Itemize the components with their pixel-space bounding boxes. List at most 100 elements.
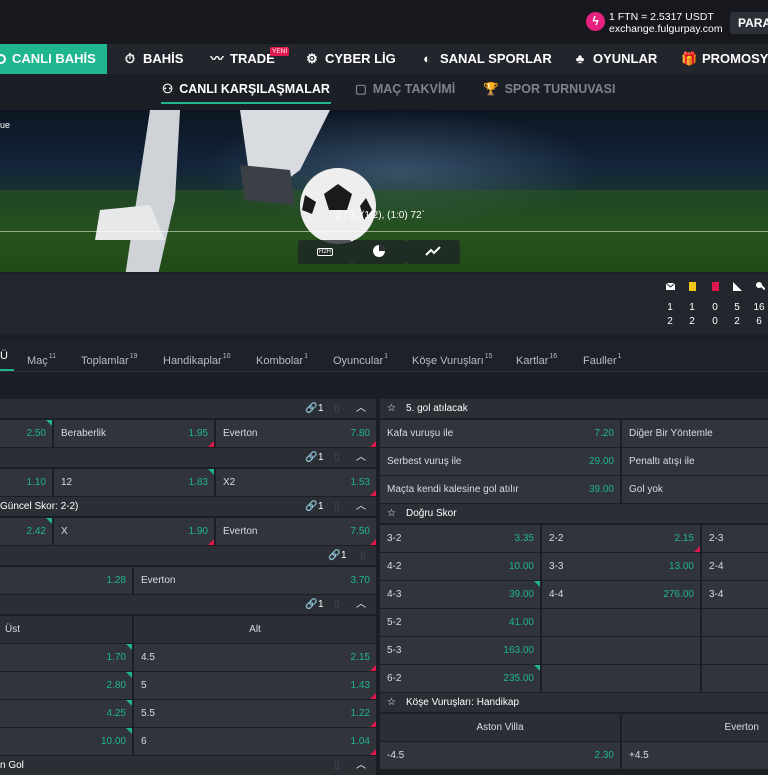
odd-label: 6-2: [387, 673, 402, 684]
nav-live-betting[interactable]: CANLI BAHİS: [0, 44, 107, 74]
link-icon[interactable]: 🔗: [328, 546, 340, 565]
odd-cell[interactable]: 6-2 235.00: [380, 665, 540, 692]
odd-cell[interactable]: +4.5: [622, 742, 768, 769]
subnav-live-matches[interactable]: ⚇ CANLI KARŞILAŞMALAR: [162, 74, 330, 104]
odd-label: Everton: [223, 428, 258, 439]
tab-toplamlar[interactable]: Toplamlar19: [81, 341, 137, 372]
tab-oyuncular[interactable]: Oyuncular1: [333, 341, 388, 372]
market-header[interactable]: Güncel Skor: 2-2) 🔗 1 ▯ ︿: [0, 497, 376, 516]
nav-oyunlar[interactable]: ♣ OYUNLAR: [572, 44, 658, 74]
collapse-icon[interactable]: ︿: [356, 497, 366, 516]
odd-label: Kafa vuruşu ile: [387, 428, 454, 439]
stats-button[interactable]: [352, 240, 406, 264]
odd-cell[interactable]: 4-3 39.00: [380, 581, 540, 608]
subnav-tournament[interactable]: 🏆 SPOR TURNUVASI: [483, 74, 615, 104]
market-header[interactable]: 🔗 1 ▯ ︿: [0, 399, 376, 418]
odd-cell[interactable]: 5-2 41.00: [380, 609, 540, 636]
pin-icon[interactable]: ▯: [360, 546, 366, 565]
odd-cell[interactable]: 2-3: [702, 525, 768, 552]
pin-icon[interactable]: ▯: [334, 497, 340, 516]
tab-fauller[interactable]: Fauller1: [583, 341, 622, 372]
nav-trade[interactable]: 〰 TRADE: [209, 44, 274, 74]
odd-value: 13.00: [668, 561, 694, 572]
odd-cell[interactable]: Beraberlik 1.95: [54, 420, 214, 447]
tab-all[interactable]: Ü: [0, 341, 8, 372]
collapse-icon[interactable]: ︿: [356, 595, 366, 614]
star-icon[interactable]: ☆: [387, 693, 396, 712]
nav-cyber-lig[interactable]: ⚙ CYBER LİG: [304, 44, 396, 74]
tab-kombolar[interactable]: Kombolar1: [256, 341, 308, 372]
market-header[interactable]: 🔗 1 ▯ ︿: [0, 595, 376, 614]
odd-cell[interactable]: 1.28: [0, 567, 132, 594]
odds-down-icon: [208, 539, 214, 545]
subnav-match-calendar[interactable]: ▢ MAÇ TAKVİMİ: [355, 74, 455, 104]
odd-cell[interactable]: Everton 7.50: [216, 518, 376, 545]
market-header[interactable]: 🔗 1 ▯ ︿: [0, 448, 376, 467]
odd-cell[interactable]: -4.5 2.30: [380, 742, 620, 769]
odd-value: 276.00: [663, 589, 694, 600]
odd-cell[interactable]: Maçta kendi kalesine gol atılır 39.00: [380, 476, 620, 503]
h2h-button[interactable]: H2H: [298, 240, 352, 264]
para-button[interactable]: PARA: [730, 12, 768, 34]
odd-cell[interactable]: 4.25: [0, 700, 132, 727]
odd-cell[interactable]: 6 1.04: [134, 728, 376, 755]
market-header[interactable]: n Gol ▯ ︿: [0, 756, 376, 775]
odd-cell[interactable]: X 1.90: [54, 518, 214, 545]
odd-cell[interactable]: 3-3 13.00: [542, 553, 700, 580]
link-icon[interactable]: 🔗: [305, 497, 317, 516]
odd-cell[interactable]: 2.42: [0, 518, 52, 545]
odd-cell[interactable]: 5.5 1.22: [134, 700, 376, 727]
pin-icon[interactable]: ▯: [334, 399, 340, 418]
pin-icon[interactable]: ▯: [334, 756, 340, 775]
odd-cell[interactable]: 4.5 2.15: [134, 644, 376, 671]
market-header[interactable]: 🔗 1 ▯: [0, 546, 376, 565]
collapse-icon[interactable]: ︿: [356, 756, 366, 775]
odd-cell[interactable]: 1.70: [0, 644, 132, 671]
exchange-link[interactable]: exchange.fulgurpay.com: [609, 23, 723, 35]
trend-button[interactable]: [406, 240, 460, 264]
link-count: 1: [341, 550, 347, 561]
link-icon[interactable]: 🔗: [305, 595, 317, 614]
odd-cell[interactable]: X2 1.53: [216, 469, 376, 496]
pin-icon[interactable]: ▯: [334, 448, 340, 467]
nav-sanal-sporlar[interactable]: ◐ SANAL SPORLAR: [419, 44, 552, 74]
odd-cell[interactable]: 2.50: [0, 420, 52, 447]
empty-cell: [542, 637, 700, 664]
odd-cell[interactable]: 2.80: [0, 672, 132, 699]
nav-bahis[interactable]: ⏱ BAHİS: [122, 44, 184, 74]
odd-cell[interactable]: Gol yok: [622, 476, 768, 503]
odd-cell[interactable]: 3-4: [702, 581, 768, 608]
star-icon[interactable]: ☆: [387, 504, 396, 523]
odd-cell[interactable]: Kafa vuruşu ile 7.20: [380, 420, 620, 447]
odd-cell[interactable]: Penaltı atışı ile: [622, 448, 768, 475]
tab-handikaplar[interactable]: Handikaplar10: [163, 341, 231, 372]
tab-mac[interactable]: Maç11: [27, 341, 56, 372]
odd-cell[interactable]: 5-3 163.00: [380, 637, 540, 664]
star-icon[interactable]: ☆: [387, 399, 396, 418]
collapse-icon[interactable]: ︿: [356, 448, 366, 467]
odd-cell[interactable]: 2-4: [702, 553, 768, 580]
odds-up-icon: [126, 672, 132, 678]
odd-cell[interactable]: 1.10: [0, 469, 52, 496]
odd-cell[interactable]: 4-2 10.00: [380, 553, 540, 580]
collapse-icon[interactable]: ︿: [356, 399, 366, 418]
tab-kose-vuruslari[interactable]: Köşe Vuruşları15: [412, 341, 493, 372]
odd-cell[interactable]: 4-4 276.00: [542, 581, 700, 608]
odd-cell[interactable]: 10.00: [0, 728, 132, 755]
odd-cell[interactable]: Everton 3.70: [134, 567, 376, 594]
odd-cell[interactable]: 3-2 3.35: [380, 525, 540, 552]
nav-promosyon[interactable]: 🎁 PROMOSYO: [681, 44, 768, 74]
tab-kartlar[interactable]: Kartlar16: [516, 341, 557, 372]
market-header[interactable]: ☆ Köşe Vuruşları: Handikap: [380, 693, 768, 712]
odd-cell[interactable]: Serbest vuruş ile 29.00: [380, 448, 620, 475]
pin-icon[interactable]: ▯: [334, 595, 340, 614]
odd-cell[interactable]: 2-2 2.15: [542, 525, 700, 552]
market-header[interactable]: ☆ Doğru Skor: [380, 504, 768, 523]
market-header[interactable]: ☆ 5. gol atılacak: [380, 399, 768, 418]
odd-cell[interactable]: Diğer Bir Yöntemle: [622, 420, 768, 447]
odd-cell[interactable]: Everton 7.80: [216, 420, 376, 447]
odd-cell[interactable]: 5 1.43: [134, 672, 376, 699]
odd-cell[interactable]: 12 1.83: [54, 469, 214, 496]
link-icon[interactable]: 🔗: [305, 399, 317, 418]
link-icon[interactable]: 🔗: [305, 448, 317, 467]
